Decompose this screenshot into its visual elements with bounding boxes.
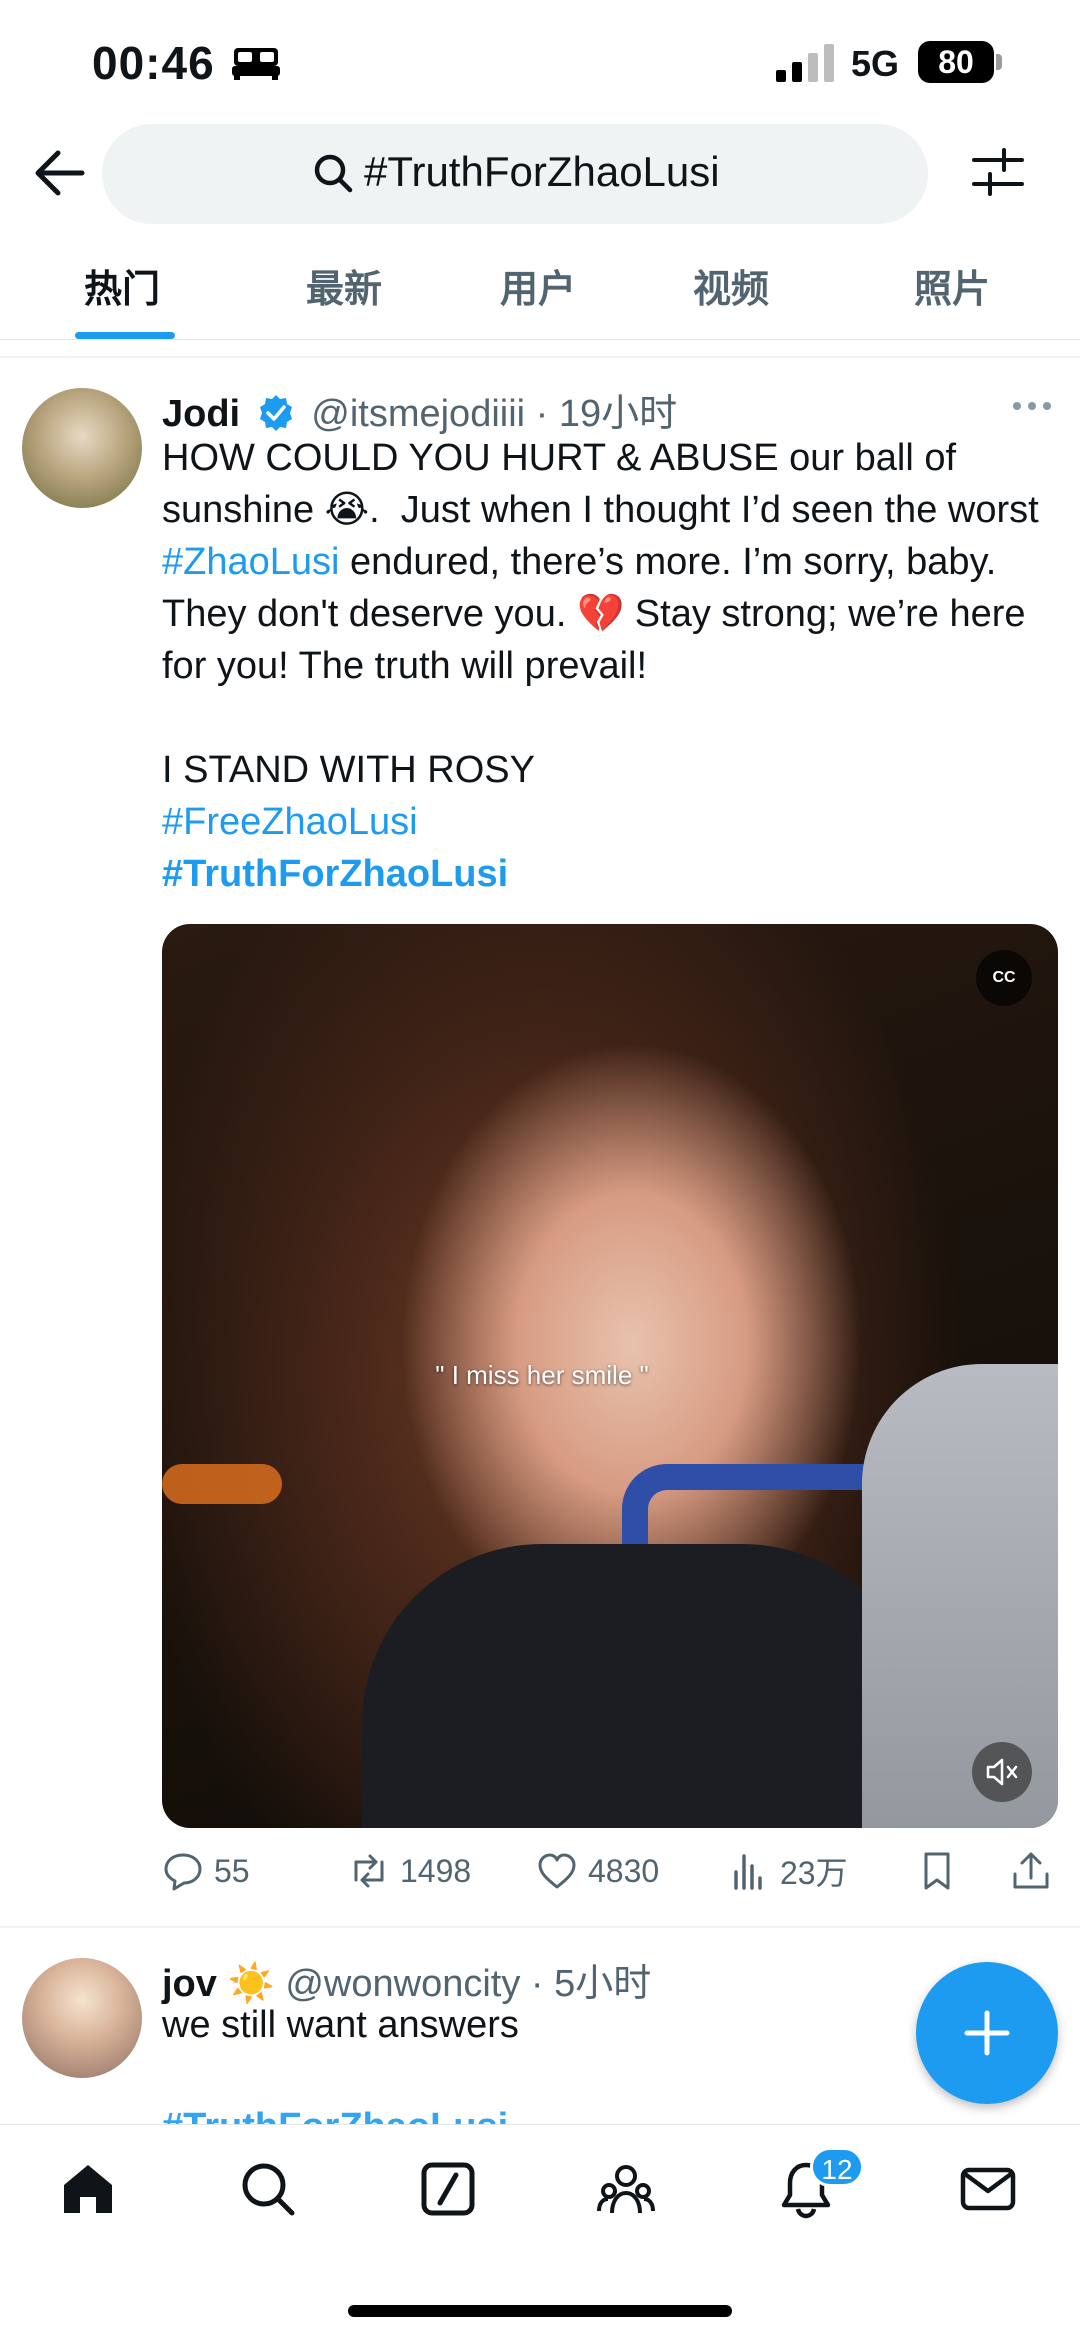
search-icon[interactable] bbox=[238, 2159, 298, 2219]
tweet-video[interactable]: " I miss her smile " CC bbox=[162, 924, 1058, 1828]
more-options-icon[interactable] bbox=[1012, 394, 1052, 418]
search-tabs: 热门 最新 用户 视频 照片 bbox=[0, 240, 1080, 340]
tweet-actions: 55 1498 4830 23万 bbox=[162, 1846, 1062, 1896]
retweet-icon bbox=[354, 1854, 384, 1888]
tweet-text: HOW COULD YOU HURT & ABUSE our ball of s… bbox=[162, 432, 1042, 900]
author-name[interactable]: Jodi bbox=[162, 393, 240, 435]
home-indicator[interactable] bbox=[348, 2305, 732, 2317]
search-icon bbox=[314, 154, 353, 193]
communities-icon[interactable] bbox=[596, 2159, 656, 2219]
grok-icon[interactable] bbox=[418, 2159, 478, 2219]
tab-people[interactable]: 用户 bbox=[500, 258, 576, 313]
bookmark-icon bbox=[924, 1852, 950, 1890]
status-time: 00:46 bbox=[92, 37, 215, 89]
tab-videos[interactable]: 视频 bbox=[693, 258, 769, 313]
reply-icon bbox=[164, 1853, 202, 1891]
tweet-divider bbox=[0, 1926, 1080, 1928]
views-button[interactable]: 23万 bbox=[728, 1846, 848, 1896]
plus-icon bbox=[964, 2010, 1010, 2056]
status-bar: 00:46 5G 80 bbox=[0, 0, 1080, 120]
search-filter-icon[interactable] bbox=[972, 146, 1024, 198]
messages-icon[interactable] bbox=[958, 2159, 1018, 2219]
tabs-divider bbox=[0, 356, 1080, 358]
closed-captions-button[interactable]: CC bbox=[976, 950, 1032, 1006]
views-icon bbox=[734, 1854, 762, 1890]
tab-latest[interactable]: 最新 bbox=[306, 258, 382, 313]
tweet-text-part: HOW COULD YOU HURT & ABUSE our ball of s… bbox=[162, 437, 1050, 531]
battery-icon: 80 bbox=[918, 41, 1002, 83]
heart-icon bbox=[538, 1853, 576, 1889]
back-arrow-icon[interactable] bbox=[30, 145, 92, 201]
network-type: 5G bbox=[851, 43, 900, 84]
tab-top[interactable]: 热门 bbox=[84, 258, 160, 313]
author-name[interactable]: jov bbox=[162, 1963, 217, 2005]
share-button[interactable] bbox=[1010, 1846, 1062, 1896]
like-button[interactable]: 4830 bbox=[536, 1846, 659, 1896]
tweet-time: · 5小时 bbox=[530, 1963, 652, 2005]
tweet-header: jov ☀️ @wonwoncity · 5小时 bbox=[162, 1952, 651, 2007]
sleep-focus-icon bbox=[232, 48, 280, 80]
active-tab-indicator bbox=[75, 332, 175, 339]
reply-button[interactable]: 55 bbox=[162, 1846, 250, 1896]
like-count: 4830 bbox=[588, 1852, 660, 1889]
author-handle[interactable]: @itsmejodiiii bbox=[311, 393, 525, 435]
avatar[interactable] bbox=[22, 1958, 142, 2078]
view-count: 23万 bbox=[780, 1855, 848, 1891]
author-handle[interactable]: @wonwoncity bbox=[285, 1963, 520, 2005]
bottom-navigation: 12 bbox=[0, 2124, 1080, 2337]
home-icon[interactable] bbox=[58, 2159, 118, 2219]
tweet-time: · 19小时 bbox=[535, 393, 678, 435]
video-caption: " I miss her smile " bbox=[435, 1360, 649, 1390]
search-query: #TruthForZhaoLusi bbox=[364, 148, 720, 195]
tab-photos[interactable]: 照片 bbox=[914, 258, 990, 313]
battery-level: 80 bbox=[918, 41, 994, 83]
retweet-button[interactable]: 1498 bbox=[348, 1846, 471, 1896]
cellular-signal-icon bbox=[776, 44, 834, 82]
hashtag-link[interactable]: #ZhaoLusi bbox=[162, 541, 339, 583]
video-background-shape bbox=[162, 1464, 282, 1504]
tweet-text-line: I STAND WITH ROSY bbox=[162, 749, 535, 791]
tweet-header: Jodi @itsmejodiiii · 19小时 bbox=[162, 382, 677, 437]
hashtag-link[interactable]: #TruthForZhaoLusi bbox=[162, 853, 508, 895]
reply-count: 55 bbox=[214, 1852, 250, 1889]
tweet-text: we still want answers bbox=[162, 2004, 519, 2046]
search-input[interactable]: #TruthForZhaoLusi bbox=[102, 124, 928, 224]
bookmark-button[interactable] bbox=[916, 1846, 968, 1896]
retweet-count: 1498 bbox=[400, 1852, 472, 1889]
avatar[interactable] bbox=[22, 388, 142, 508]
compose-button[interactable] bbox=[916, 1962, 1058, 2104]
share-icon bbox=[1013, 1852, 1049, 1889]
video-background-shape bbox=[362, 1544, 922, 1828]
verified-badge-icon bbox=[259, 395, 292, 431]
author-emoji: ☀️ bbox=[227, 1963, 275, 2005]
mute-icon[interactable] bbox=[972, 1742, 1032, 1802]
hashtag-link[interactable]: #FreeZhaoLusi bbox=[162, 801, 418, 843]
notification-badge: 12 bbox=[810, 2147, 864, 2187]
